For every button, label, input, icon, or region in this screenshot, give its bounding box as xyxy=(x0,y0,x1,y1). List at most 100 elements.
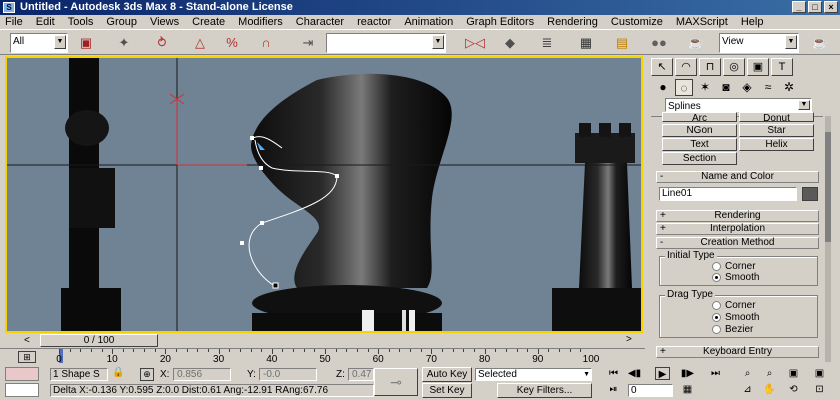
helix-button[interactable]: Helix xyxy=(739,138,814,151)
menu-customize[interactable]: Customize xyxy=(611,16,663,28)
x-coordinate-field[interactable]: 0.856 xyxy=(173,368,231,381)
motion-tab-icon[interactable]: ◎ xyxy=(723,58,745,76)
lock-selection-icon[interactable]: 🔒 xyxy=(112,367,124,378)
menu-reactor[interactable]: reactor xyxy=(357,16,391,28)
go-to-end-icon[interactable]: ⏭ xyxy=(708,367,723,380)
align-icon[interactable]: ◆ xyxy=(500,34,520,52)
geometry-icon[interactable]: ● xyxy=(654,79,672,96)
maxscript-input-mini[interactable] xyxy=(5,383,39,397)
text-button[interactable]: Text xyxy=(662,138,737,151)
selection-filter-dropdown[interactable]: All ▼ xyxy=(10,33,68,53)
rollout-rendering[interactable]: + Rendering xyxy=(656,210,819,222)
category-dropdown[interactable]: Splines ▼ xyxy=(665,98,812,112)
drag-type-bezier-radio[interactable]: Bezier xyxy=(712,324,753,335)
play-icon[interactable]: ▶ xyxy=(655,367,670,380)
render-scene-icon[interactable]: ☕ xyxy=(686,34,706,52)
select-and-move-icon[interactable]: ⥁ xyxy=(152,34,172,52)
menu-help[interactable]: Help xyxy=(741,16,764,28)
menu-file[interactable]: File xyxy=(5,16,23,28)
create-tab-icon[interactable]: ↖ xyxy=(651,58,673,76)
rollout-keyboard-entry[interactable]: + Keyboard Entry xyxy=(656,346,819,358)
initial-type-corner-radio[interactable]: Corner xyxy=(712,261,756,272)
field-of-view-icon[interactable]: ⊿ xyxy=(740,383,755,396)
menu-modifiers[interactable]: Modifiers xyxy=(238,16,283,28)
rollout-creation-method[interactable]: - Creation Method xyxy=(656,237,819,249)
set-key-button[interactable]: Set Key xyxy=(422,383,472,398)
spacewarps-icon[interactable]: ≈ xyxy=(759,79,777,96)
edit-named-selection-icon[interactable]: ⇥ xyxy=(298,34,318,52)
section-button[interactable]: Section xyxy=(662,152,737,165)
spinner-snap-icon[interactable]: ∩ xyxy=(256,34,276,52)
time-slider[interactable]: < 0 / 100 > xyxy=(0,333,645,348)
menu-edit[interactable]: Edit xyxy=(36,16,55,28)
select-object-icon[interactable]: ▣ xyxy=(76,34,96,52)
zoom-extents-icon[interactable]: ▣ xyxy=(786,367,801,380)
go-to-start-icon[interactable]: ⏮ xyxy=(606,367,621,380)
menu-graph-editors[interactable]: Graph Editors xyxy=(466,16,534,28)
initial-type-smooth-radio[interactable]: Smooth xyxy=(712,272,759,283)
arc-button[interactable]: Arc xyxy=(662,112,737,124)
track-bar[interactable]: ⊞ 0 10 20 30 40 50 60 70 80 90 100 xyxy=(0,348,645,366)
track-bar-menu-icon[interactable]: ⊞ xyxy=(18,351,36,363)
object-name-input[interactable]: Line01 xyxy=(659,187,797,201)
drag-type-smooth-radio[interactable]: Smooth xyxy=(712,312,759,323)
curve-editor-icon[interactable]: ▦ xyxy=(576,34,596,52)
select-and-link-icon[interactable]: ✦ xyxy=(114,34,134,52)
prev-frame-button[interactable]: < xyxy=(2,334,38,347)
drag-type-corner-radio[interactable]: Corner xyxy=(712,300,756,311)
menu-rendering[interactable]: Rendering xyxy=(547,16,598,28)
maximize-viewport-icon[interactable]: ⊡ xyxy=(812,383,827,396)
zoom-all-icon[interactable]: ⌕ xyxy=(762,367,777,380)
lights-icon[interactable]: ✶ xyxy=(696,79,714,96)
donut-button[interactable]: Donut xyxy=(739,112,814,124)
y-coordinate-field[interactable]: -0.0 xyxy=(259,368,317,381)
zoom-extents-all-icon[interactable]: ▣ xyxy=(812,367,827,380)
rollout-interpolation[interactable]: + Interpolation xyxy=(656,223,819,235)
close-button[interactable]: × xyxy=(824,1,838,13)
key-mode-dropdown[interactable]: Selected ▼ xyxy=(475,368,592,381)
menu-character[interactable]: Character xyxy=(296,16,344,28)
utilities-tab-icon[interactable]: T xyxy=(771,58,793,76)
schematic-view-icon[interactable]: ▤ xyxy=(612,34,632,52)
select-and-rotate-icon[interactable]: △ xyxy=(190,34,210,52)
named-selection-dropdown[interactable]: ▼ xyxy=(326,33,446,53)
z-coordinate-field[interactable]: 0.47 xyxy=(348,368,374,381)
zoom-icon[interactable]: ⌕ xyxy=(740,367,755,380)
quick-render-icon[interactable]: ☕ xyxy=(810,34,830,52)
time-slider-thumb[interactable]: 0 / 100 xyxy=(40,334,158,347)
key-mode-toggle-icon[interactable]: ⏯ xyxy=(606,383,621,396)
maxscript-listener-mini[interactable] xyxy=(5,367,39,381)
time-configuration-icon[interactable]: ▦ xyxy=(680,383,695,396)
perspective-viewport[interactable] xyxy=(5,56,643,333)
menu-tools[interactable]: Tools xyxy=(68,16,94,28)
set-key-mode-icon[interactable]: ⊸ xyxy=(374,368,418,396)
restore-button[interactable]: □ xyxy=(808,1,822,13)
menu-views[interactable]: Views xyxy=(150,16,179,28)
shapes-icon[interactable]: ◌ xyxy=(675,79,693,96)
helpers-icon[interactable]: ◈ xyxy=(738,79,756,96)
next-frame-icon[interactable]: ▮▶ xyxy=(680,367,695,380)
menu-maxscript[interactable]: MAXScript xyxy=(676,16,728,28)
previous-frame-icon[interactable]: ◀▮ xyxy=(627,367,642,380)
auto-key-button[interactable]: Auto Key xyxy=(422,367,472,382)
star-button[interactable]: Star xyxy=(739,124,814,137)
menu-group[interactable]: Group xyxy=(106,16,137,28)
modify-tab-icon[interactable]: ◠ xyxy=(675,58,697,76)
minimize-button[interactable]: _ xyxy=(792,1,806,13)
panel-scrollbar[interactable] xyxy=(825,116,831,362)
systems-icon[interactable]: ✲ xyxy=(780,79,798,96)
ngon-button[interactable]: NGon xyxy=(662,124,737,137)
percent-snap-icon[interactable]: % xyxy=(222,34,242,52)
key-filters-button[interactable]: Key Filters... xyxy=(497,383,592,398)
hierarchy-tab-icon[interactable]: ⊓ xyxy=(699,58,721,76)
pan-icon[interactable]: ✋ xyxy=(762,383,777,396)
reference-coord-dropdown[interactable]: View ▼ xyxy=(719,33,799,53)
menu-create[interactable]: Create xyxy=(192,16,225,28)
absolute-mode-icon[interactable]: ⊕ xyxy=(140,368,154,381)
object-color-swatch[interactable] xyxy=(802,187,818,201)
current-frame-field[interactable]: 0 xyxy=(628,384,673,397)
orbit-icon[interactable]: ⟲ xyxy=(786,383,801,396)
rollout-name-and-color[interactable]: - Name and Color xyxy=(656,171,819,183)
mirror-icon[interactable]: ▷◁ xyxy=(465,34,485,52)
next-frame-button[interactable]: > xyxy=(626,334,642,347)
